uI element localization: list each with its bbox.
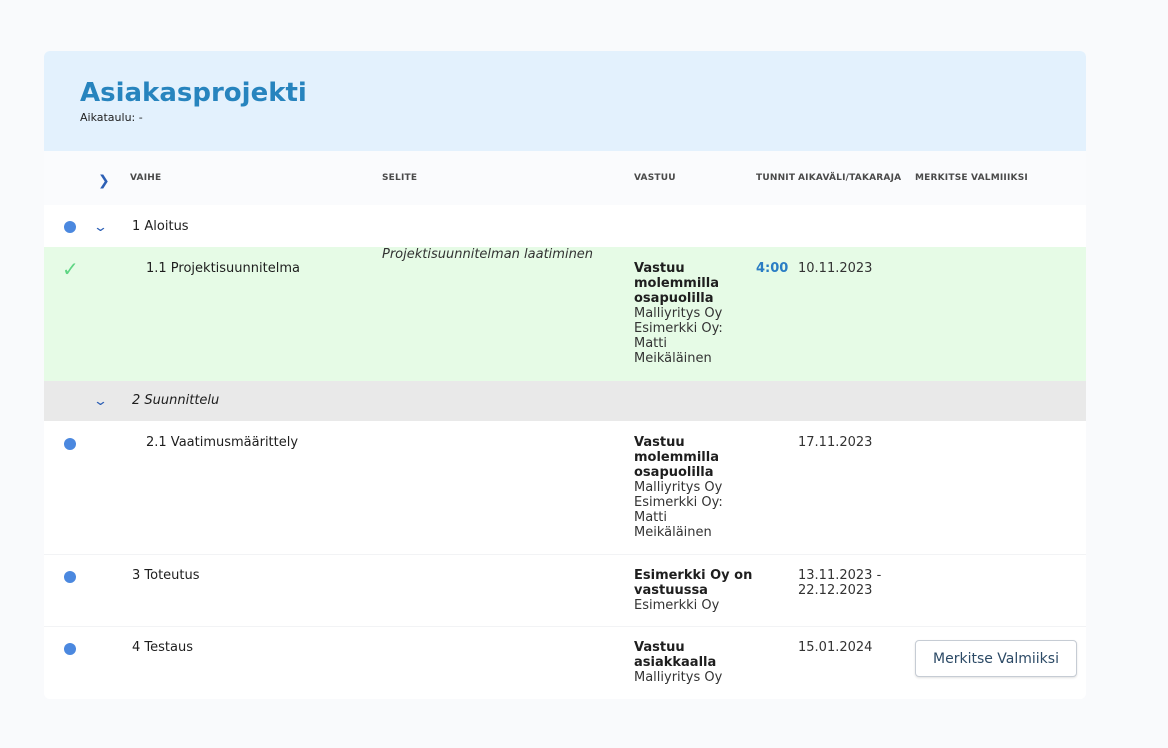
timeframe-dates: 13.11.2023 -22.12.2023 [798,568,882,598]
status-dot-icon [64,221,76,233]
project-card: Asiakasprojekti Aikataulu: - ❯ VAIHE SEL… [44,51,1086,699]
phase-name: 2 Suunnittelu [132,393,220,408]
table-row-aloitus: ⌄ 1 Aloitus [44,205,1086,247]
responsibility-cell: Vastuu molemmilla osapuolilla Malliyritys … [634,261,746,366]
responsibility-cell: Esimerkki Oy on vastuussa Esimerkki Oy [634,568,754,613]
checkmark-icon: ✓ [62,257,79,281]
responsibility-cell: Vastuu molemmilla osapuolilla Malliyritys … [634,435,746,540]
table-row-vaatimusmaarittely: 2.1 Vaatimusmäärittely Vastuu molemmilla o… [44,421,1086,555]
chevron-right-icon[interactable]: ❯ [98,173,110,189]
phase-name: 1.1 Projektisuunnitelma [146,261,300,276]
status-dot-icon [64,571,76,583]
responsibility-title: Esimerkki Oy on vastuussa [634,568,753,598]
phase-description: Projektisuunnitelman laatiminen [382,247,594,262]
responsibility-title: Vastuu asiakkaalla [634,640,717,670]
status-dot-icon [64,438,76,450]
responsibility-title: Vastuu molemmilla osapuolilla [634,261,719,306]
phase-name: 2.1 Vaatimusmäärittely [146,435,299,450]
column-responsibility: VASTUU [634,173,676,183]
deadline-date: 10.11.2023 [798,261,873,276]
page-title: Asiakasprojekti [80,78,307,108]
table-header: ❯ VAIHE SELITE VASTUU TUNNIT AIKAVÄLI/TA… [44,151,1086,205]
responsibility-cell: Vastuu asiakkaalla Malliyritys Oy [634,640,746,685]
deadline-date: 15.01.2024 [798,640,873,655]
table-row-testaus: 4 Testaus Vastuu asiakkaalla Malliyritys … [44,627,1086,699]
column-phase: VAIHE [130,173,162,183]
deadline-date: 17.11.2023 [798,435,873,450]
status-dot-icon [64,643,76,655]
project-header: Asiakasprojekti Aikataulu: - [44,51,1086,151]
phase-name: 1 Aloitus [132,219,189,234]
responsibility-detail: Malliyritys Oy [634,670,723,685]
column-timeframe: AIKAVÄLI/TAKARAJA [798,173,902,183]
hours-value: 4:00 [756,261,789,276]
chevron-down-icon[interactable]: ⌄ [93,220,108,235]
table-row-toteutus: 3 Toteutus Esimerkki Oy on vastuussa Esim… [44,555,1086,627]
column-hours: TUNNIT [756,173,796,183]
responsibility-detail: Malliyritys Oy Esimerkki Oy: Matti Meikäläi… [634,480,723,540]
phase-name: 3 Toteutus [132,568,200,583]
mark-done-button[interactable]: Merkitse Valmiiksi [915,640,1077,677]
table-row-projektisuunnitelma: ✓ 1.1 Projektisuunnitelma Projektisuunni… [44,247,1086,381]
column-description: SELITE [382,173,418,183]
responsibility-detail: Esimerkki Oy [634,598,720,613]
responsibility-detail: Malliyritys Oy Esimerkki Oy: Matti Meikäläi… [634,306,723,366]
schedule-label: Aikataulu: - [80,111,143,124]
chevron-down-icon[interactable]: ⌄ [93,394,108,409]
responsibility-title: Vastuu molemmilla osapuolilla [634,435,719,480]
phase-name: 4 Testaus [132,640,193,655]
table-row-suunnittelu: ⌄ 2 Suunnittelu [44,381,1086,421]
column-mark-done: MERKITSE VALMIIIKSI [915,173,1028,183]
